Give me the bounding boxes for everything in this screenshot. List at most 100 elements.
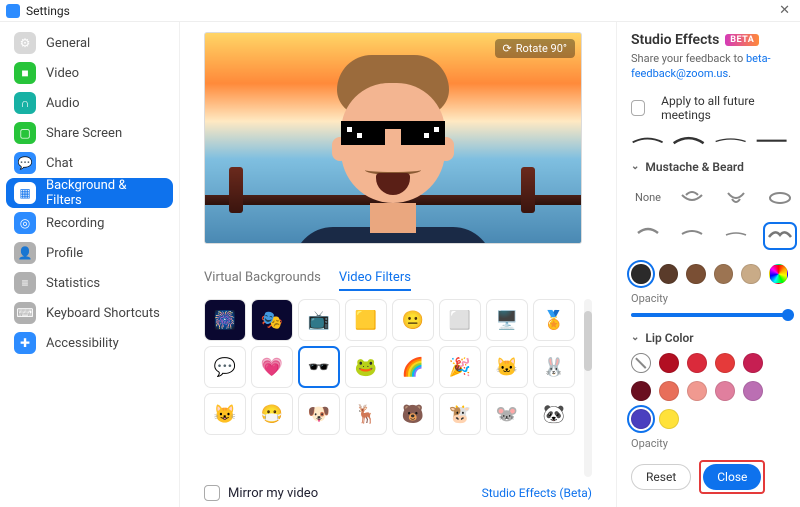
rotate-icon: ⟳ (503, 42, 512, 55)
close-highlight: Close (699, 460, 765, 494)
lip-color-swatch[interactable] (743, 353, 763, 373)
mustache-option[interactable] (763, 184, 797, 212)
filter-tile[interactable]: 🏅 (533, 299, 575, 341)
color-swatch[interactable] (714, 264, 734, 284)
color-swatch[interactable] (631, 264, 651, 284)
color-swatch[interactable] (686, 264, 706, 284)
lip-color-swatch[interactable] (659, 381, 679, 401)
lip-colors (631, 353, 788, 429)
sidebar-item-label: Recording (46, 216, 104, 231)
sidebar-item-background-filters[interactable]: ▦Background & Filters (6, 178, 173, 208)
eyebrow-option[interactable] (755, 132, 788, 146)
profile-icon: 👤 (14, 242, 36, 264)
center-panel: ⟳ Rotate 90° (180, 22, 616, 507)
lip-color-swatch[interactable] (631, 409, 651, 429)
sidebar-item-audio[interactable]: ∩Audio (6, 88, 173, 118)
filter-tile[interactable]: 🎉 (439, 346, 481, 388)
slider-knob[interactable] (782, 309, 794, 321)
sidebar-item-general[interactable]: ⚙General (6, 28, 173, 58)
center-tabs: Virtual Backgrounds Video Filters (204, 270, 604, 291)
lip-color-swatch[interactable] (631, 381, 651, 401)
filter-tile[interactable]: 🐻 (392, 393, 434, 435)
color-swatch[interactable] (741, 264, 761, 284)
sidebar-item-keyboard-shortcuts[interactable]: ⌨Keyboard Shortcuts (6, 298, 173, 328)
color-swatch[interactable] (659, 264, 679, 284)
close-button[interactable]: Close (703, 464, 761, 490)
filter-tile[interactable]: 🐭 (486, 393, 528, 435)
filter-tile[interactable]: 🐸 (345, 346, 387, 388)
mustache-option[interactable] (631, 222, 665, 250)
mirror-label: Mirror my video (228, 486, 318, 501)
eyebrow-option[interactable] (714, 132, 747, 146)
eyebrow-option[interactable] (672, 132, 705, 146)
video-icon: ■ (14, 62, 36, 84)
lip-none-icon[interactable] (631, 353, 651, 373)
sidebar-item-statistics[interactable]: ≡Statistics (6, 268, 173, 298)
eyebrow-option[interactable] (631, 132, 664, 146)
sidebar-item-profile[interactable]: 👤Profile (6, 238, 173, 268)
beta-badge: BETA (725, 34, 759, 46)
lip-color-swatch[interactable] (687, 353, 707, 373)
mustache-grid: None (631, 184, 788, 252)
mustache-option[interactable] (719, 222, 753, 250)
lip-color-swatch[interactable] (715, 381, 735, 401)
mustache-title: Mustache & Beard (645, 160, 744, 174)
deal-with-it-glasses-icon (341, 121, 445, 145)
mustache-opacity-slider[interactable] (631, 313, 788, 317)
mustache-option[interactable] (763, 222, 797, 250)
filter-tile[interactable]: 🐮 (439, 393, 481, 435)
tab-video-filters[interactable]: Video Filters (339, 270, 411, 291)
app-icon (6, 4, 20, 18)
mustache-option[interactable] (675, 222, 709, 250)
rotate-button[interactable]: ⟳ Rotate 90° (495, 39, 576, 58)
sidebar-item-label: Share Screen (46, 126, 122, 141)
sidebar-item-video[interactable]: ■ Video (6, 58, 173, 88)
filter-tile[interactable]: 😺 (204, 393, 246, 435)
sidebar-item-label: Statistics (46, 276, 100, 291)
filter-tile[interactable]: 🖥️ (486, 299, 528, 341)
filter-tile[interactable]: 🎭 (251, 299, 293, 341)
filter-tile[interactable]: 📺 (298, 299, 340, 341)
sidebar-item-label: Video (46, 66, 79, 81)
lip-color-swatch[interactable] (743, 381, 763, 401)
color-picker-icon[interactable] (769, 264, 789, 284)
filters-scrollbar[interactable] (584, 299, 592, 477)
filter-tile[interactable]: 🐶 (298, 393, 340, 435)
filter-tile[interactable]: 🦌 (345, 393, 387, 435)
sidebar-item-share-screen[interactable]: ▢Share Screen (6, 118, 173, 148)
mustache-option[interactable] (719, 184, 753, 212)
face-illustration (318, 55, 468, 244)
filter-tile[interactable]: 🟨 (345, 299, 387, 341)
filter-tile[interactable]: 🎆 (204, 299, 246, 341)
filter-tile[interactable]: 🕶️ (298, 346, 340, 388)
mustache-option[interactable] (675, 184, 709, 212)
tab-virtual-backgrounds[interactable]: Virtual Backgrounds (204, 270, 321, 291)
eyebrow-row (631, 132, 788, 146)
lip-color-swatch[interactable] (715, 353, 735, 373)
mirror-checkbox[interactable] (204, 485, 220, 501)
reset-button[interactable]: Reset (631, 464, 691, 490)
filter-tile[interactable]: 🐱 (486, 346, 528, 388)
filter-tile[interactable]: 😷 (251, 393, 293, 435)
lip-color-swatch[interactable] (659, 353, 679, 373)
apply-all-checkbox[interactable] (631, 100, 645, 116)
studio-effects-link[interactable]: Studio Effects (Beta) (482, 486, 592, 500)
window-close-icon[interactable]: ✕ (775, 3, 794, 18)
filter-tile[interactable]: 💗 (251, 346, 293, 388)
sidebar: ⚙General ■ Video ∩Audio▢Share Screen💬Chat▦B… (0, 22, 180, 507)
lip-color-swatch[interactable] (687, 381, 707, 401)
sidebar-item-accessibility[interactable]: ✚Accessibility (6, 328, 173, 358)
section-mustache[interactable]: ⌄ Mustache & Beard (631, 160, 788, 174)
filter-tile[interactable]: ⬜ (439, 299, 481, 341)
sidebar-item-chat[interactable]: 💬Chat (6, 148, 173, 178)
filter-tile[interactable]: 🌈 (392, 346, 434, 388)
filter-tile[interactable]: 😐 (392, 299, 434, 341)
mustache-none[interactable]: None (631, 184, 665, 212)
sidebar-item-recording[interactable]: ◎Recording (6, 208, 173, 238)
filter-tile[interactable]: 🐰 (533, 346, 575, 388)
lip-color-swatch[interactable] (659, 409, 679, 429)
filter-tile[interactable]: 🐼 (533, 393, 575, 435)
section-lip[interactable]: ⌄ Lip Color (631, 331, 788, 345)
filter-tile[interactable]: 💬 (204, 346, 246, 388)
studio-effects-title-text: Studio Effects (631, 32, 719, 48)
